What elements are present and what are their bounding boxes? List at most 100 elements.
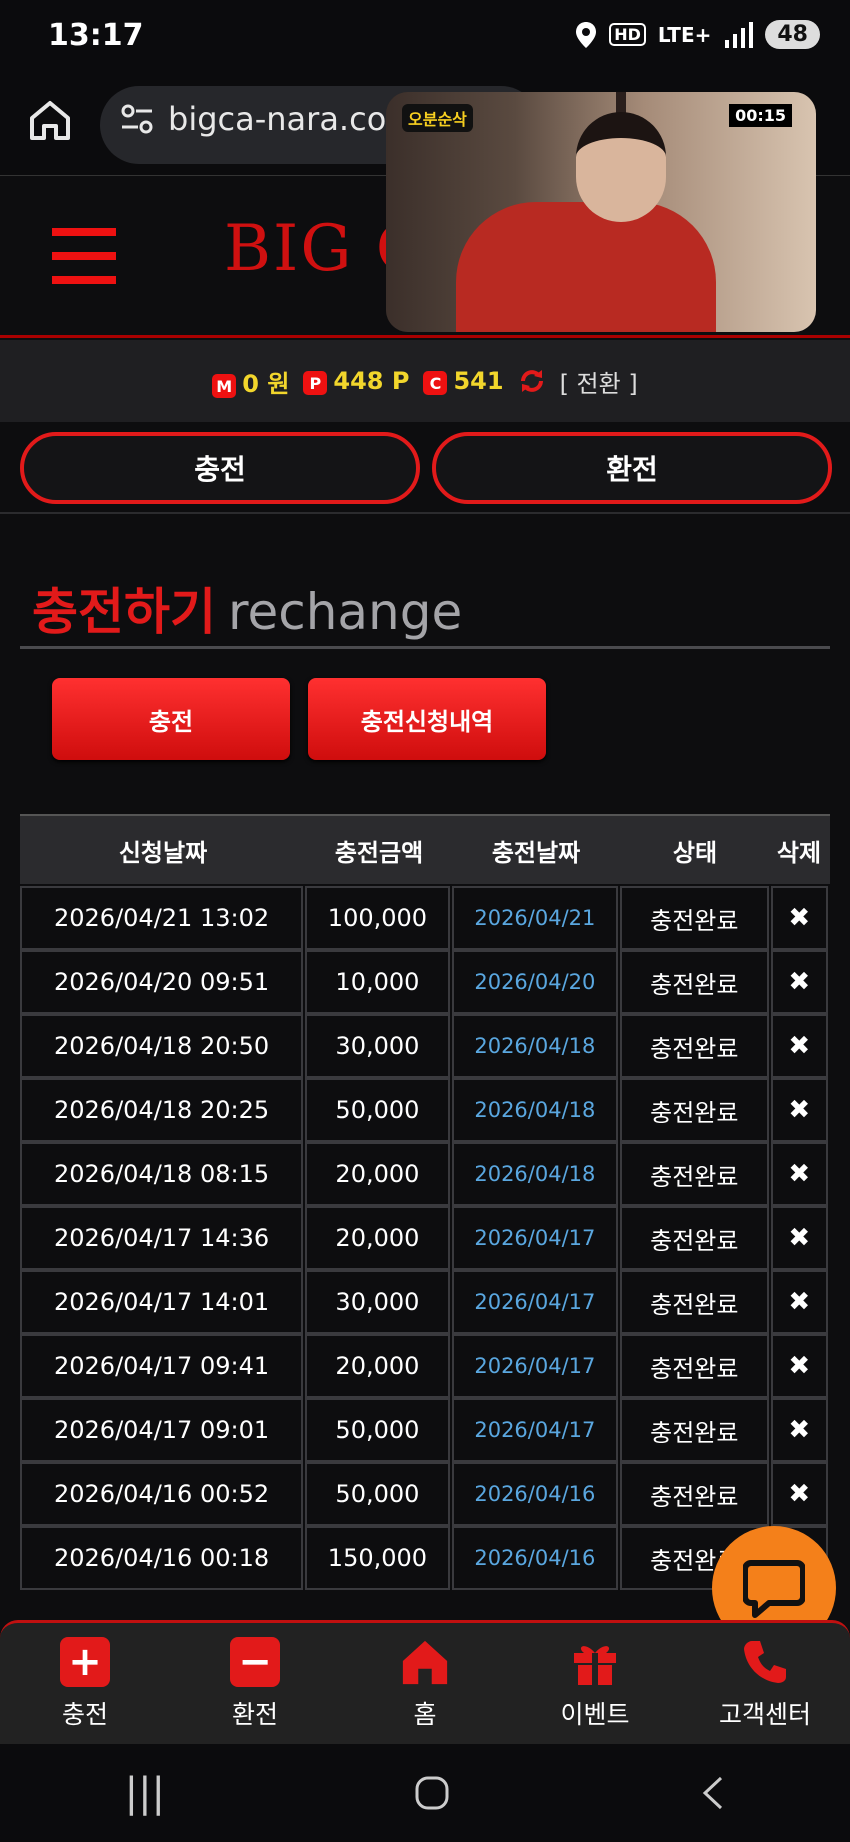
header-status: 상태 bbox=[672, 838, 718, 867]
delete-icon[interactable]: ✖ bbox=[770, 1014, 828, 1078]
back-icon[interactable] bbox=[699, 1775, 725, 1811]
amount-cell: 20,000 bbox=[305, 1206, 450, 1270]
phone-icon bbox=[744, 1640, 786, 1683]
charge-history-button[interactable]: 충전신청내역 bbox=[308, 678, 546, 760]
request-date-cell: 2026/04/21 13:02 bbox=[20, 886, 304, 950]
amount-cell: 150,000 bbox=[305, 1526, 450, 1590]
point-badge-icon: P bbox=[303, 371, 328, 396]
request-date-cell: 2026/04/18 20:50 bbox=[20, 1014, 304, 1078]
gift-icon bbox=[574, 1645, 616, 1685]
plus-icon: + bbox=[60, 1636, 110, 1687]
request-date-cell: 2026/04/17 14:36 bbox=[20, 1206, 304, 1270]
delete-icon[interactable]: ✖ bbox=[770, 1206, 828, 1270]
status-bar: 13:17 HD LTE+ 48 bbox=[0, 0, 850, 72]
person-figure bbox=[456, 202, 716, 332]
page-title: 충전하기 rechange bbox=[32, 583, 463, 641]
clock: 13:17 bbox=[48, 18, 144, 53]
location-icon bbox=[576, 21, 597, 48]
nav-support[interactable]: 고객센터 bbox=[680, 1623, 850, 1744]
status-cell: 충전완료 bbox=[620, 1078, 769, 1142]
request-date-cell: 2026/04/17 09:41 bbox=[20, 1334, 304, 1398]
amount-cell: 30,000 bbox=[305, 1014, 450, 1078]
status-cell: 충전완료 bbox=[620, 1462, 769, 1526]
status-cell: 충전완료 bbox=[620, 1270, 769, 1334]
nav-home[interactable]: 홈 bbox=[340, 1623, 510, 1744]
request-date-cell: 2026/04/17 09:01 bbox=[20, 1398, 304, 1462]
request-date-cell: 2026/04/16 00:18 bbox=[20, 1526, 304, 1590]
delete-icon[interactable]: ✖ bbox=[770, 1270, 828, 1334]
charge-date-cell: 2026/04/18 bbox=[451, 1078, 619, 1142]
table-row: 2026/04/18 20:50 30,000 2026/04/18 충전완료 ✖ bbox=[20, 1014, 830, 1078]
table-row: 2026/04/16 00:52 50,000 2026/04/16 충전완료 ✖ bbox=[20, 1462, 830, 1526]
tab-exchange[interactable]: 환전 bbox=[432, 432, 832, 504]
delete-icon[interactable]: ✖ bbox=[770, 886, 828, 950]
charge-date-cell: 2026/04/16 bbox=[451, 1462, 619, 1526]
chat-icon bbox=[743, 1560, 805, 1618]
charge-date-cell: 2026/04/17 bbox=[451, 1334, 619, 1398]
site-settings-icon[interactable] bbox=[120, 102, 154, 136]
delete-icon[interactable]: ✖ bbox=[770, 1334, 828, 1398]
amount-cell: 20,000 bbox=[305, 1334, 450, 1398]
divider bbox=[0, 512, 850, 514]
request-date-cell: 2026/04/17 14:01 bbox=[20, 1270, 304, 1334]
amount-cell: 50,000 bbox=[305, 1398, 450, 1462]
hd-icon: HD bbox=[609, 23, 646, 46]
status-cell: 충전완료 bbox=[620, 886, 769, 950]
charge-date-cell: 2026/04/18 bbox=[451, 1014, 619, 1078]
amount-cell: 100,000 bbox=[305, 886, 450, 950]
system-nav-bar: ||| bbox=[0, 1744, 850, 1842]
nav-charge[interactable]: + 충전 bbox=[0, 1623, 170, 1744]
network-label: LTE+ bbox=[657, 22, 712, 47]
header-request-date: 신청날짜 bbox=[118, 838, 208, 867]
browser-home-icon[interactable] bbox=[26, 96, 74, 144]
menu-icon[interactable] bbox=[52, 228, 116, 288]
video-timer: 00:15 bbox=[729, 104, 792, 127]
table-row: 2026/04/18 08:15 20,000 2026/04/18 충전완료 ✖ bbox=[20, 1142, 830, 1206]
charge-date-cell: 2026/04/21 bbox=[451, 886, 619, 950]
convert-link[interactable]: [ 전환 ] bbox=[560, 364, 638, 399]
minus-icon: − bbox=[230, 1636, 280, 1687]
tab-charge[interactable]: 충전 bbox=[20, 432, 420, 504]
charge-button[interactable]: 충전 bbox=[52, 678, 290, 760]
coin-balance: C 541 bbox=[423, 367, 504, 396]
table-body: 2026/04/21 13:02 100,000 2026/04/21 충전완료 ✖ 20… bbox=[20, 886, 830, 1590]
title-divider bbox=[20, 646, 830, 649]
system-home-icon[interactable] bbox=[414, 1775, 450, 1811]
delete-icon[interactable]: ✖ bbox=[770, 950, 828, 1014]
request-date-cell: 2026/04/18 08:15 bbox=[20, 1142, 304, 1206]
charge-date-cell: 2026/04/16 bbox=[451, 1526, 619, 1590]
battery-badge: 48 bbox=[765, 20, 820, 49]
amount-cell: 50,000 bbox=[305, 1078, 450, 1142]
delete-icon[interactable]: ✖ bbox=[770, 1078, 828, 1142]
status-cell: 충전완료 bbox=[620, 1398, 769, 1462]
video-badge: 오분순삭 bbox=[402, 104, 473, 132]
refresh-icon[interactable] bbox=[518, 367, 546, 395]
charge-date-cell: 2026/04/17 bbox=[451, 1398, 619, 1462]
coin-badge-icon: C bbox=[423, 371, 448, 396]
amount-cell: 30,000 bbox=[305, 1270, 450, 1334]
point-balance: P 448 P bbox=[303, 367, 409, 396]
nav-event[interactable]: 이벤트 bbox=[510, 1623, 680, 1744]
header-amount: 충전금액 bbox=[334, 838, 424, 867]
delete-icon[interactable]: ✖ bbox=[770, 1398, 828, 1462]
charge-date-cell: 2026/04/17 bbox=[451, 1206, 619, 1270]
recent-apps-icon[interactable]: ||| bbox=[125, 1770, 165, 1816]
table-row: 2026/04/17 09:01 50,000 2026/04/17 충전완료 ✖ bbox=[20, 1398, 830, 1462]
header-charge-date: 충전날짜 bbox=[491, 838, 581, 867]
status-cell: 충전완료 bbox=[620, 950, 769, 1014]
money-badge-icon: M bbox=[212, 374, 237, 398]
status-cell: 충전완료 bbox=[620, 1334, 769, 1398]
charge-date-cell: 2026/04/17 bbox=[451, 1270, 619, 1334]
delete-icon[interactable]: ✖ bbox=[770, 1462, 828, 1526]
person-head bbox=[576, 112, 666, 222]
amount-cell: 50,000 bbox=[305, 1462, 450, 1526]
url-text[interactable]: bigca-nara.com bbox=[168, 100, 417, 138]
charge-history-table: 신청날짜 충전금액 충전날짜 상태 삭제 2026/04/21 13:02 100… bbox=[20, 814, 830, 1590]
nav-exchange[interactable]: − 환전 bbox=[170, 1623, 340, 1744]
video-overlay[interactable]: 오분순삭 00:15 bbox=[386, 92, 816, 332]
request-date-cell: 2026/04/20 09:51 bbox=[20, 950, 304, 1014]
request-date-cell: 2026/04/18 20:25 bbox=[20, 1078, 304, 1142]
delete-icon[interactable]: ✖ bbox=[770, 1142, 828, 1206]
table-row: 2026/04/21 13:02 100,000 2026/04/21 충전완료 ✖ bbox=[20, 886, 830, 950]
balance-bar: M0 원 P 448 P C 541 [ 전환 ] bbox=[0, 340, 850, 422]
